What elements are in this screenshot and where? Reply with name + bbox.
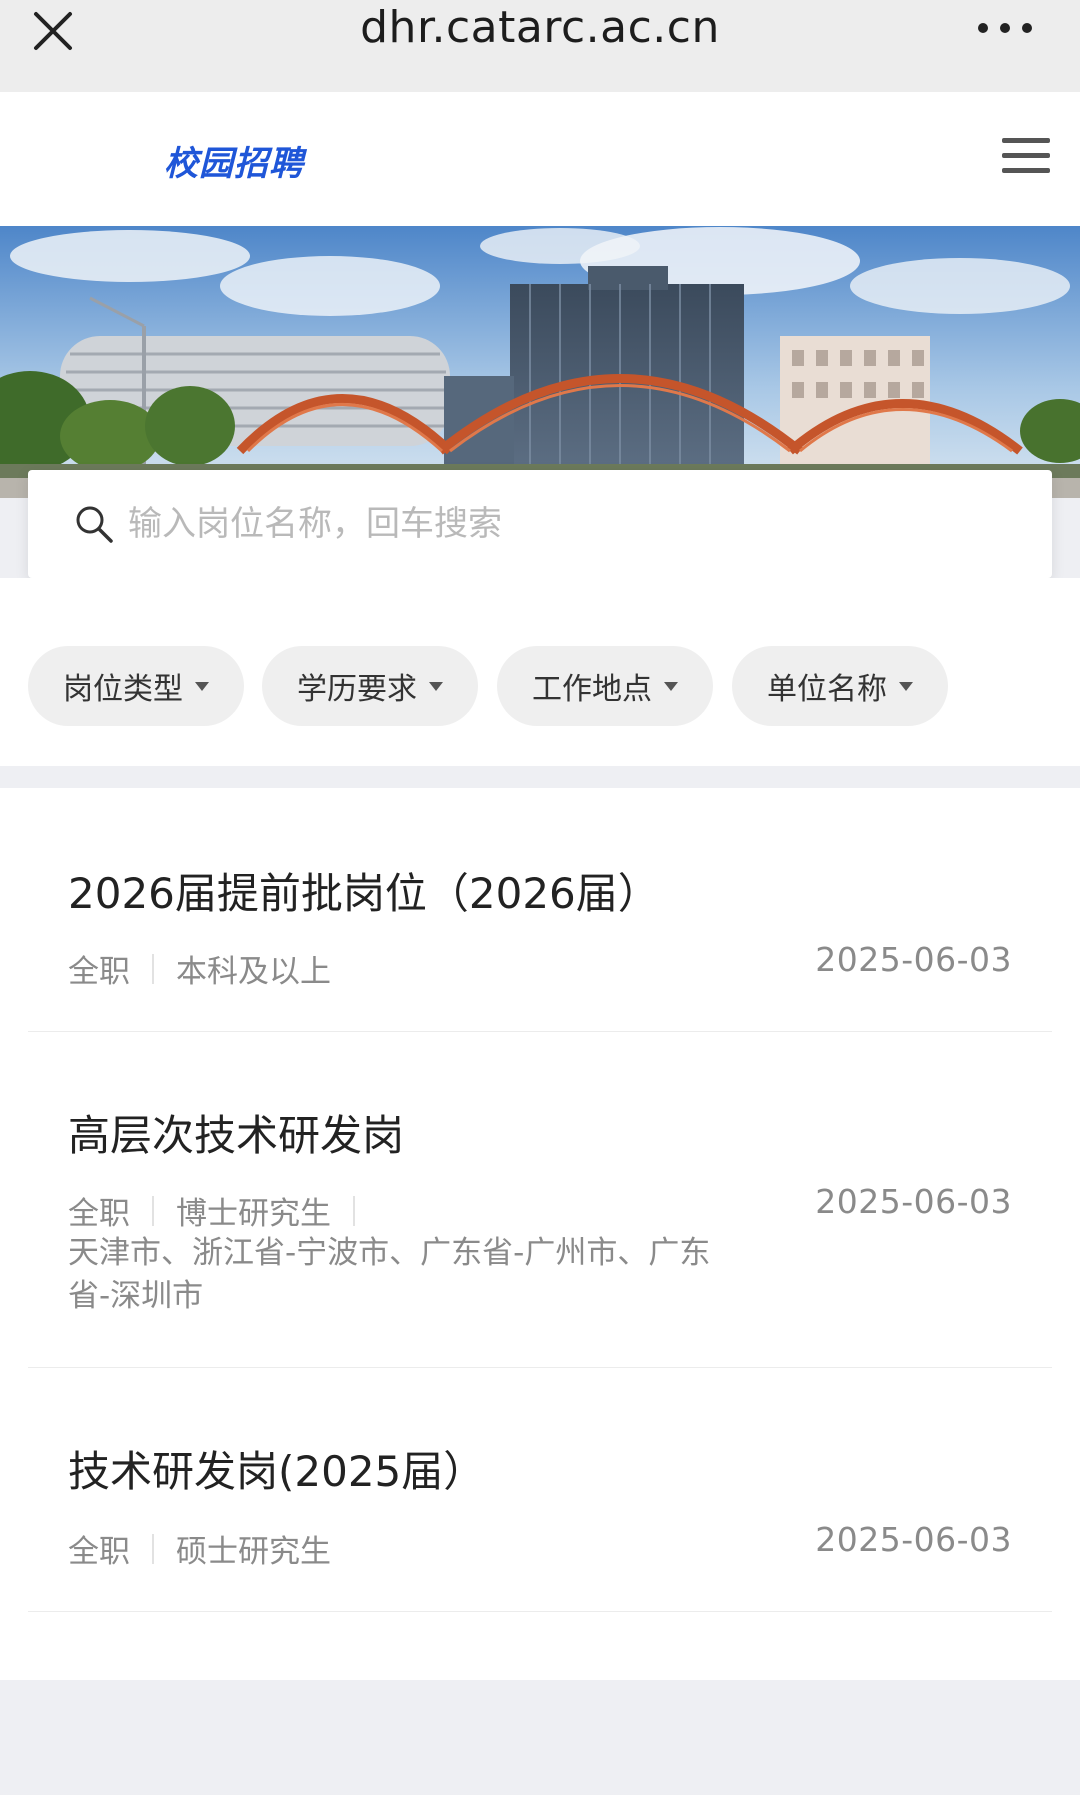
job-title: 高层次技术研发岗: [68, 1111, 405, 1160]
job-education: 博士研究生: [176, 1196, 331, 1232]
divider: [152, 1195, 154, 1226]
site-logo[interactable]: 校园招聘: [164, 136, 304, 185]
job-meta: 全职 硕士研究生: [68, 1526, 331, 1571]
job-date: 2025-06-03: [815, 940, 1012, 979]
caret-down-icon: [195, 681, 209, 691]
search-icon[interactable]: [74, 504, 114, 544]
job-title: 技术研发岗(2025届）: [68, 1447, 486, 1496]
job-education: 硕士研究生: [176, 1534, 331, 1570]
hamburger-menu-icon[interactable]: [1002, 136, 1050, 176]
job-item[interactable]: 2026届提前批岗位（2026届） 全职 本科及以上 2025-06-03: [28, 788, 1052, 1032]
filter-company[interactable]: 单位名称: [732, 646, 948, 726]
job-title: 2026届提前批岗位（2026届）: [68, 869, 660, 918]
caret-down-icon: [664, 681, 678, 691]
filter-label: 单位名称: [767, 672, 887, 707]
campus-banner-image: [0, 226, 1080, 498]
browser-top-bar: dhr.catarc.ac.cn: [0, 0, 1080, 92]
filter-label: 工作地点: [532, 672, 652, 707]
filter-label: 学历要求: [297, 672, 417, 707]
divider: [353, 1195, 355, 1226]
job-list: 2026届提前批岗位（2026届） 全职 本科及以上 2025-06-03 高层…: [0, 788, 1080, 1680]
divider: [152, 1533, 154, 1564]
job-education: 本科及以上: [176, 954, 331, 990]
search-input[interactable]: [128, 490, 1008, 558]
site-header: 校园招聘: [0, 92, 1080, 226]
caret-down-icon: [429, 681, 443, 691]
filter-label: 岗位类型: [63, 672, 183, 707]
search-bar: [28, 470, 1052, 578]
job-item[interactable]: 技术研发岗(2025届） 全职 硕士研究生 2025-06-03: [28, 1368, 1052, 1612]
job-meta: 全职 博士研究生: [68, 1188, 377, 1233]
more-options-icon[interactable]: [976, 14, 1034, 42]
job-item[interactable]: 高层次技术研发岗 全职 博士研究生 天津市、浙江省-宁波市、广东省-广州市、广东…: [28, 1032, 1052, 1368]
job-type: 全职: [68, 954, 130, 990]
job-type: 全职: [68, 1196, 130, 1232]
divider: [152, 953, 154, 984]
job-location: 天津市、浙江省-宁波市、广东省-广州市、广东省-深圳市: [68, 1235, 711, 1314]
filter-bar: 岗位类型 学历要求 工作地点 单位名称: [0, 578, 1080, 766]
filter-location[interactable]: 工作地点: [497, 646, 713, 726]
job-type: 全职: [68, 1534, 130, 1570]
filter-education[interactable]: 学历要求: [262, 646, 478, 726]
filter-job-type[interactable]: 岗位类型: [28, 646, 244, 726]
job-date: 2025-06-03: [815, 1520, 1012, 1559]
job-meta: 全职 本科及以上: [68, 946, 331, 991]
caret-down-icon: [899, 681, 913, 691]
url-text: dhr.catarc.ac.cn: [360, 2, 720, 53]
job-date: 2025-06-03: [815, 1182, 1012, 1221]
